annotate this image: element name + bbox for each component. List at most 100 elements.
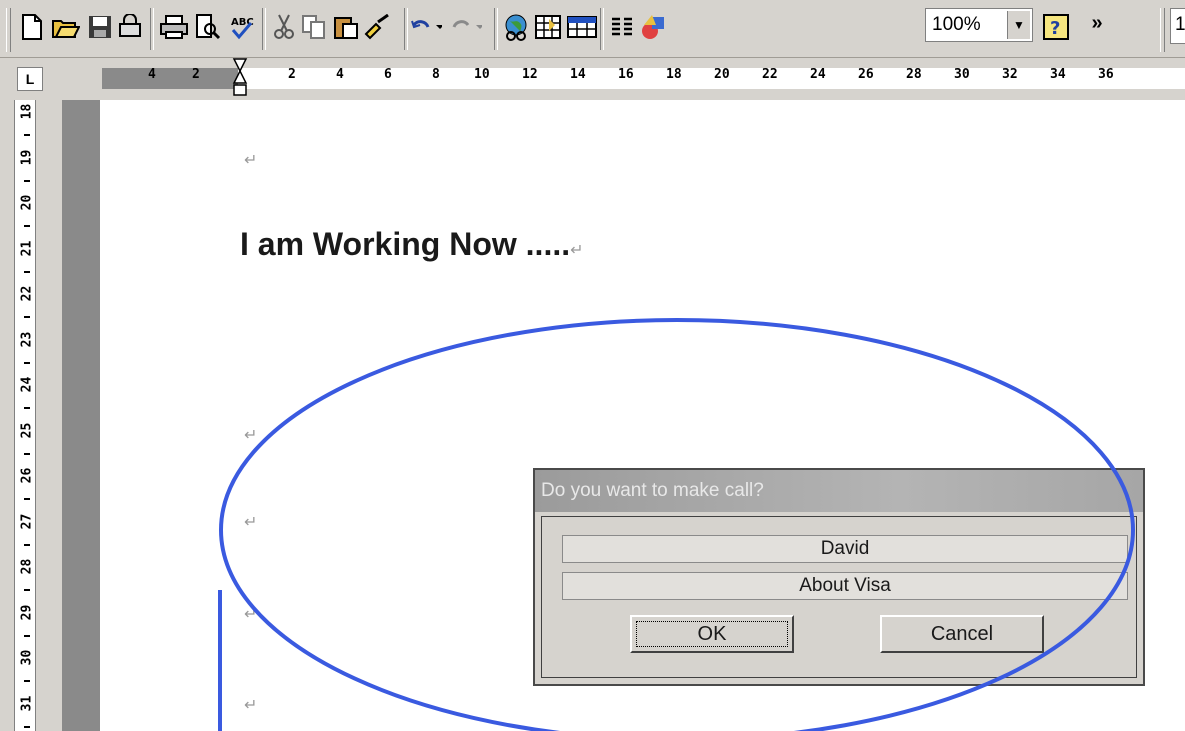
vertical-ruler-tick [24, 361, 30, 364]
zoom-dropdown[interactable]: 100% ▼ [925, 8, 1033, 42]
vertical-ruler-tick [24, 589, 30, 591]
ruler-number: 34 [1050, 67, 1066, 82]
vertical-ruler-number: 25 [19, 422, 35, 438]
dialog-title[interactable]: Do you want to make call? [535, 470, 1143, 512]
vertical-ruler-tick [24, 134, 30, 136]
drawing-icon[interactable] [638, 10, 670, 44]
vertical-ruler-number: 22 [19, 285, 35, 302]
vertical-ruler-tick [24, 452, 30, 455]
tab-selector[interactable]: L [17, 67, 43, 91]
toolbar-options-button[interactable]: » [1087, 10, 1107, 44]
page-gutter [62, 100, 100, 731]
toolbar-separator [600, 8, 604, 50]
vertical-ruler-tick [24, 179, 30, 182]
vertical-ruler-number: 28 [19, 558, 35, 575]
paragraph-mark: ↵ [244, 427, 258, 444]
vertical-ruler-tick [24, 316, 30, 318]
standard-toolbar: ABC 100% ▼ ? » 16 [0, 0, 1185, 58]
permission-icon[interactable] [114, 10, 146, 44]
new-document-icon[interactable] [16, 10, 48, 44]
ruler-number: 36 [1098, 67, 1114, 82]
ok-button[interactable]: OK [630, 615, 794, 653]
ruler-number: 4 [148, 67, 156, 82]
ruler-number: 14 [570, 67, 586, 82]
ruler-number: 20 [714, 67, 730, 82]
vertical-ruler-number: 18 [19, 103, 35, 120]
focus-rectangle [636, 621, 788, 647]
ruler-number: 22 [762, 67, 778, 82]
columns-icon[interactable] [606, 10, 638, 44]
call-subject-field[interactable]: About Visa [562, 572, 1128, 600]
print-preview-icon[interactable] [192, 10, 224, 44]
ruler-number: 30 [954, 67, 970, 82]
ruler-number: 28 [906, 67, 922, 82]
open-folder-icon[interactable] [50, 10, 82, 44]
paragraph-mark: ↵ [244, 606, 258, 623]
toolbar-grip[interactable] [6, 8, 11, 52]
format-painter-icon[interactable] [362, 10, 394, 44]
save-icon[interactable] [84, 10, 116, 44]
undo-icon[interactable] [410, 10, 442, 44]
highlight-pointer-line [218, 590, 222, 731]
toolbar-separator [494, 8, 498, 50]
toolbar-separator [150, 8, 154, 50]
vertical-ruler-number: 24 [19, 376, 35, 393]
ruler-text-area [238, 68, 1185, 89]
ruler-number: 10 [474, 67, 490, 82]
svg-text:?: ? [1050, 18, 1060, 39]
vertical-ruler-tick [24, 680, 30, 682]
paragraph-mark: ↵ [244, 697, 258, 714]
vertical-ruler-number: 30 [19, 649, 35, 666]
vertical-ruler-tick [24, 634, 30, 637]
vertical-ruler-tick [24, 270, 30, 273]
ruler-number: 6 [384, 67, 392, 82]
paste-icon[interactable] [330, 10, 362, 44]
paragraph-mark: ↵ [244, 152, 258, 169]
cut-icon[interactable] [268, 10, 300, 44]
insert-table-icon[interactable] [532, 10, 564, 44]
vertical-ruler-tick [24, 543, 30, 546]
cancel-button[interactable]: Cancel [880, 615, 1044, 653]
paragraph-mark: ↵ [244, 514, 258, 531]
redo-icon[interactable] [450, 10, 482, 44]
font-size-box[interactable]: 16 [1170, 8, 1185, 44]
toolbar-separator [404, 8, 408, 50]
call-dialog: Do you want to make call? David About Vi… [533, 468, 1145, 686]
ruler-number: 24 [810, 67, 826, 82]
toolbar-grip[interactable] [1160, 8, 1165, 52]
vertical-ruler-tick [24, 498, 30, 500]
zoom-value: 100% [932, 14, 981, 35]
vertical-ruler-tick [24, 225, 30, 227]
copy-icon[interactable] [298, 10, 330, 44]
ruler-number: 4 [336, 67, 344, 82]
toolbar-separator [262, 8, 266, 50]
vertical-ruler-number: 26 [19, 467, 35, 484]
ruler-number: 8 [432, 67, 440, 82]
vertical-ruler-number: 19 [19, 149, 35, 165]
spelling-icon[interactable]: ABC [226, 10, 258, 44]
vertical-ruler-number: 31 [19, 695, 35, 711]
vertical-ruler-tick [24, 725, 30, 728]
vertical-ruler-number: 29 [19, 604, 35, 620]
vertical-ruler-tick [24, 407, 30, 409]
ruler-number: 26 [858, 67, 874, 82]
vertical-ruler-number: 23 [19, 331, 35, 347]
web-icon[interactable] [500, 10, 532, 44]
chevron-down-icon[interactable]: ▼ [1007, 11, 1030, 39]
help-icon[interactable]: ? [1040, 10, 1072, 44]
ruler-number: 32 [1002, 67, 1018, 82]
table-grid-icon[interactable] [566, 10, 598, 44]
dialog-body: David About Visa OK Cancel [541, 516, 1137, 678]
ruler-number: 12 [522, 67, 538, 82]
ruler-number: 2 [288, 67, 296, 82]
document-heading[interactable]: I am Working Now .....↵ [240, 226, 584, 263]
indent-marker-icon[interactable] [232, 57, 248, 99]
ruler-number: 16 [618, 67, 634, 82]
ruler-number: 2 [192, 67, 200, 82]
print-icon[interactable] [158, 10, 190, 44]
contact-name-field[interactable]: David [562, 535, 1128, 563]
vertical-ruler-number: 27 [19, 513, 35, 529]
vertical-ruler-number: 20 [19, 194, 35, 211]
heading-text: I am Working Now ..... [240, 226, 571, 262]
ruler-number: 18 [666, 67, 682, 82]
